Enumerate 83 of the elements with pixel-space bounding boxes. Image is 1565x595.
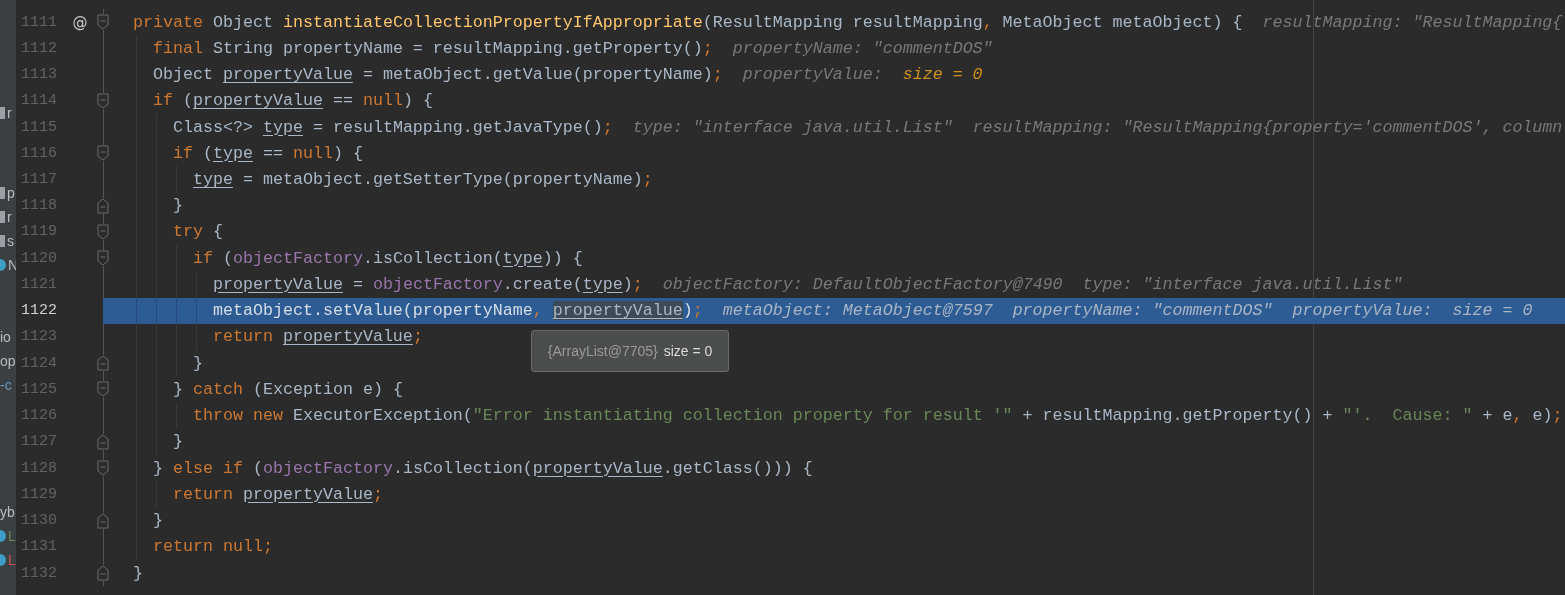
code-line: private Object instantiateCollectionPropertyIfAppropriate(ResultMapping resultMapping, MetaObject metaObject) { xyxy=(133,12,1243,32)
tree-item[interactable]: r xyxy=(7,209,12,225)
code-line: return null; xyxy=(153,537,273,557)
tree-item[interactable]: -c xyxy=(0,377,12,393)
fold-icon[interactable] xyxy=(97,433,109,450)
code-line: return propertyValue; xyxy=(172,484,383,504)
tree-item[interactable]: yb xyxy=(0,504,15,520)
tree-item[interactable]: s xyxy=(7,233,14,249)
code-line: type = metaObject.getSetterType(propertyName); xyxy=(192,170,653,189)
code-line: propertyValue = objectFactory.create(type); xyxy=(212,274,643,294)
inline-value-hint: propertyValue: size = 0 xyxy=(742,65,983,85)
class-icon xyxy=(0,530,6,542)
code-line: metaObject.setValue(propertyName, propertyValue); xyxy=(212,301,703,321)
code-line: try { xyxy=(172,222,223,242)
file-icon xyxy=(0,211,5,223)
code-line: if (type == null) { xyxy=(172,143,363,163)
file-icon xyxy=(0,107,5,119)
fold-icon[interactable] xyxy=(97,460,109,477)
fold-icon[interactable] xyxy=(97,381,109,398)
inline-value-hint: resultMapping: "ResultMapping{property='commentDOS', column xyxy=(972,117,1563,137)
inline-value-hint: propertyValue: size = 0 xyxy=(1292,301,1533,321)
fold-icon[interactable] xyxy=(97,512,109,529)
line-number: 1131 xyxy=(20,538,57,556)
code-line: if (objectFactory.isCollection(type)) { xyxy=(192,248,583,268)
code-line: } xyxy=(172,196,183,216)
fold-icon[interactable] xyxy=(97,197,109,214)
fold-icon[interactable] xyxy=(97,92,109,109)
line-number: 1125 xyxy=(20,380,57,398)
fold-icon[interactable] xyxy=(97,565,109,582)
line-number: 1116 xyxy=(20,144,57,162)
line-number: 1122 xyxy=(20,302,57,320)
code-line: } xyxy=(133,563,143,583)
code-line: final String propertyName = resultMapping.getProperty(); xyxy=(153,38,713,58)
line-number: 1123 xyxy=(20,328,57,346)
code-line: if (propertyValue == null) { xyxy=(153,91,433,111)
inline-value-hint: resultMapping: "ResultMapping{ xyxy=(1262,12,1563,32)
code-line: } xyxy=(172,432,183,452)
tree-item[interactable]: r xyxy=(7,105,12,121)
class-icon xyxy=(0,259,6,271)
line-number: 1130 xyxy=(20,512,57,530)
inline-value-hint: metaObject: MetaObject@7597 xyxy=(722,301,993,321)
fold-icon[interactable] xyxy=(97,355,109,372)
line-number: 1121 xyxy=(20,275,57,293)
line-number: 1129 xyxy=(20,485,57,503)
line-number: 1118 xyxy=(20,197,57,215)
code-line: } xyxy=(192,353,203,373)
line-number: 1111 xyxy=(20,13,57,31)
line-number: 1124 xyxy=(20,354,57,372)
inline-value-hint: type: "interface java.util.List" xyxy=(632,117,953,137)
code-line: } xyxy=(153,511,163,531)
code-line: Object propertyValue = metaObject.getValue(propertyName); xyxy=(153,65,723,85)
code-line: } catch (Exception e) { xyxy=(172,379,403,399)
code-line: return propertyValue; xyxy=(212,327,423,347)
fold-icon[interactable] xyxy=(97,14,109,31)
fold-icon[interactable] xyxy=(97,145,109,162)
file-icon xyxy=(0,235,5,247)
class-icon xyxy=(0,554,6,566)
line-number: 1119 xyxy=(20,223,57,241)
line-number: 1114 xyxy=(20,92,57,110)
tree-item[interactable]: io xyxy=(0,329,11,345)
line-number: 1132 xyxy=(20,564,57,582)
line-number: 1126 xyxy=(20,407,57,425)
code-line: throw new ExecutorException("Error instantiating collection property for result '" + resultMapping.getProperty() + "'. Cause: " + e, e); xyxy=(192,406,1563,426)
line-number: 1112 xyxy=(20,39,57,57)
inline-value-hint: propertyName: "commentDOS" xyxy=(732,38,993,58)
file-icon xyxy=(0,187,5,199)
gutter-marker[interactable]: @ xyxy=(72,13,88,32)
line-number: 1113 xyxy=(20,66,57,84)
inline-value-hint: type: "interface java.util.List" xyxy=(1082,274,1403,294)
line-number: 1127 xyxy=(20,433,57,451)
fold-icon[interactable] xyxy=(97,250,109,267)
line-number: 1115 xyxy=(20,118,57,136)
code-line: } else if (objectFactory.isCollection(propertyValue.getClass())) { xyxy=(153,458,813,478)
code-line: Class<?> type = resultMapping.getJavaType(); xyxy=(172,117,613,137)
line-number: 1117 xyxy=(20,171,57,188)
line-number: 1128 xyxy=(20,459,57,477)
line-number: 1120 xyxy=(20,249,57,267)
fold-icon[interactable] xyxy=(97,224,109,240)
inline-value-hint: objectFactory: DefaultObjectFactory@7490 xyxy=(662,274,1063,294)
tree-item[interactable]: op xyxy=(0,353,16,369)
tree-item[interactable]: p xyxy=(7,185,15,201)
inline-value-hint: propertyName: "commentDOS" xyxy=(1012,301,1273,321)
value-tooltip: {ArrayList@7705} size = 0 xyxy=(530,329,730,372)
